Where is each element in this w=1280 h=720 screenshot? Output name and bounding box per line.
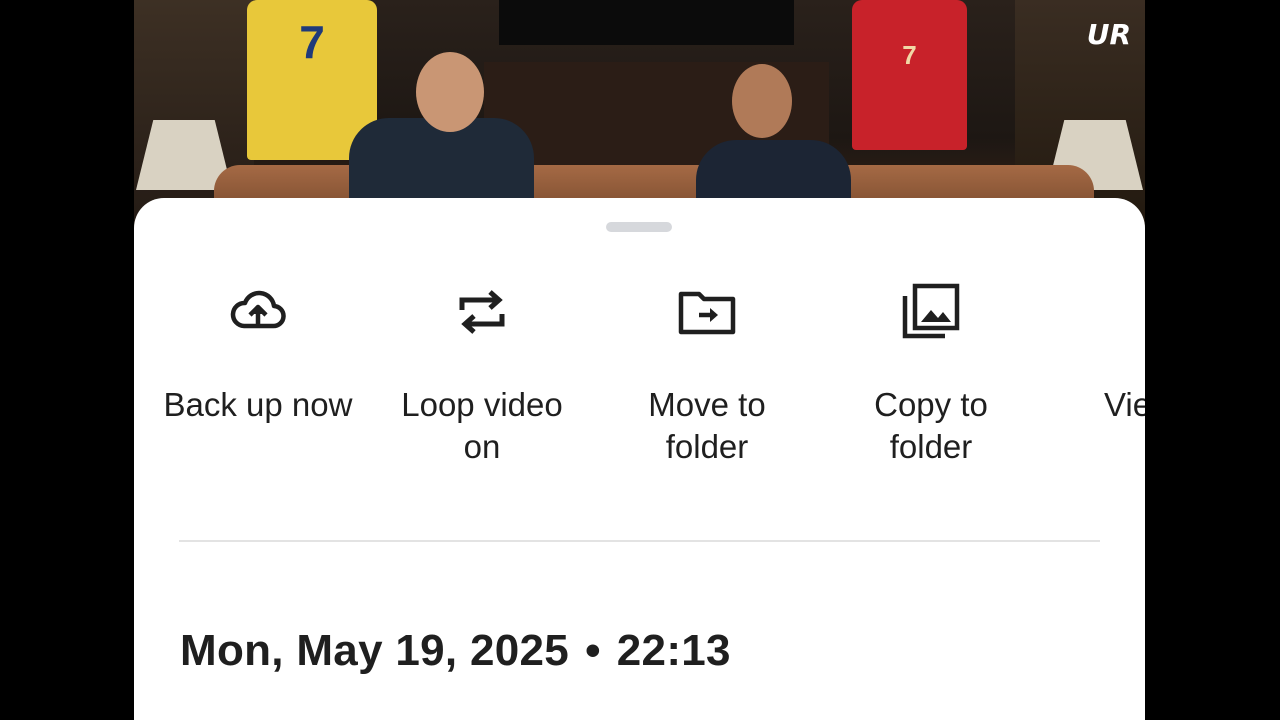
move-to-folder-button[interactable]: Move to folder [595,280,819,480]
red-jersey-number: 7 [902,40,917,70]
view-icon [1124,280,1145,344]
copy-to-folder-button[interactable]: Copy to folder [819,280,1043,480]
tv-screen [499,0,794,45]
phone-screen: 7 7 UR Back up now Loop video on Move to… [134,0,1145,720]
capture-datetime: Mon, May 19, 2025 • 22:13 [180,626,731,676]
drag-handle[interactable] [606,222,672,232]
photo-library-icon [902,283,960,339]
person-right-head [732,64,792,138]
red-jersey: 7 [852,0,967,150]
back-up-now-label: Back up now [163,386,353,423]
channel-watermark: UR [1086,18,1131,51]
loop-video-label: Loop video on [401,386,563,465]
datetime-separator: • [585,626,601,675]
view-label: Vie [1104,386,1145,423]
folder-move-icon [678,291,736,335]
person-left-head [416,52,484,132]
cloud-upload-icon [230,290,286,329]
back-up-now-button[interactable]: Back up now [146,280,370,480]
view-button[interactable]: Vie [1044,280,1145,480]
bottom-sheet: Back up now Loop video on Move to folder [134,198,1145,720]
video-frame[interactable]: 7 7 UR [134,0,1145,230]
move-to-folder-label: Move to folder [648,386,766,465]
yellow-jersey-number: 7 [299,16,325,68]
repeat-icon [459,290,505,334]
capture-date: Mon, May 19, 2025 [180,626,570,675]
loop-video-button[interactable]: Loop video on [370,280,594,480]
capture-time: 22:13 [616,626,731,675]
copy-to-folder-label: Copy to folder [874,386,988,465]
divider [179,540,1100,542]
